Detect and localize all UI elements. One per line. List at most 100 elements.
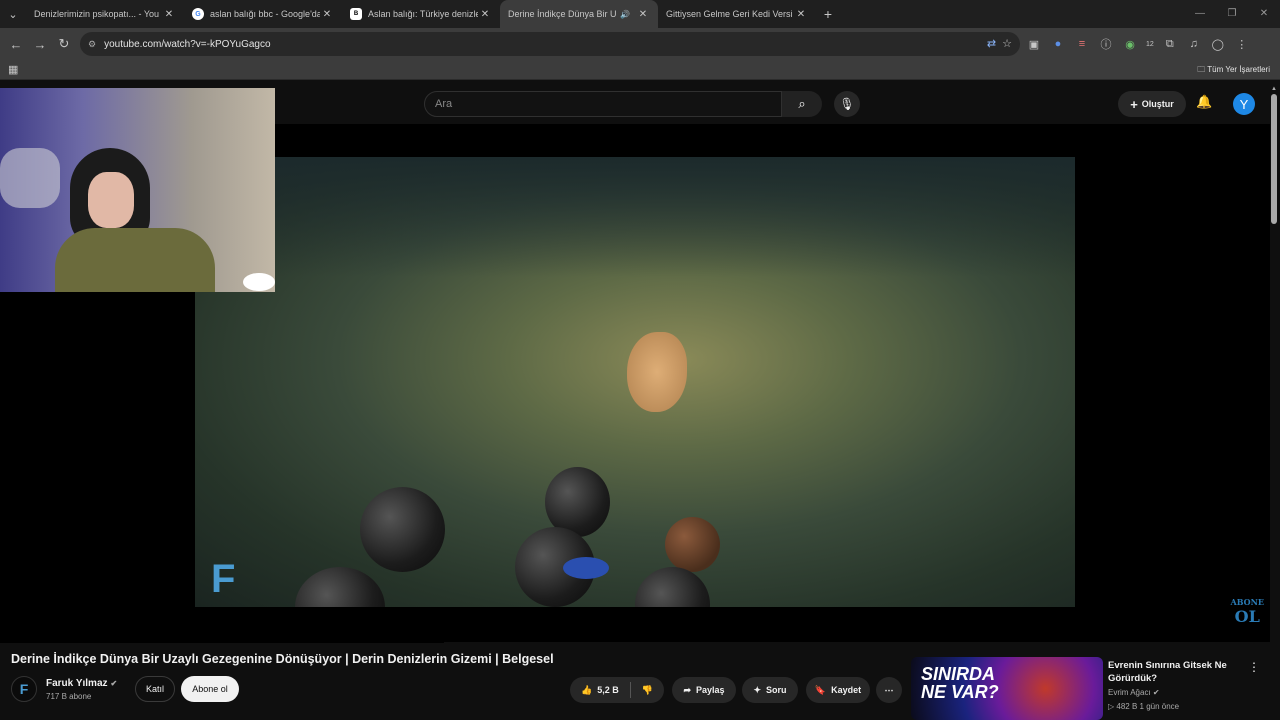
extension-blue-icon[interactable]: ● — [1050, 38, 1066, 50]
search-icon[interactable]: ⌕ — [782, 91, 822, 117]
create-button[interactable]: + Oluştur — [1118, 91, 1186, 117]
related-video-title[interactable]: Evrenin Sınırına Gitsek Ne Görürdük? — [1108, 659, 1238, 685]
thumbnail-text-line1: SINIRDA — [921, 664, 996, 684]
extension-stack-icon[interactable]: ≡ — [1074, 38, 1090, 50]
all-bookmarks-label: Tüm Yer İşaretleri — [1207, 65, 1270, 74]
browser-tab-5[interactable]: Gittiysen Gelme Geri Kedi Versi ✕ — [658, 0, 816, 92]
webcam-face — [88, 172, 134, 228]
tab-title: Denizlerimizin psikopatı... - You — [34, 9, 160, 19]
share-arrow-icon: ➦ — [683, 684, 691, 695]
close-window-icon[interactable]: ✕ — [1248, 0, 1280, 28]
reload-icon[interactable]: ↻ — [52, 36, 76, 52]
notifications-bell-icon[interactable]: 🔔 — [1196, 94, 1212, 110]
extension-icon[interactable]: ▣ — [1026, 38, 1042, 51]
omnibox-actions: ⇄ ☆ — [987, 37, 1012, 50]
browser-tab-4-active[interactable]: Derine İndikçe Dünya Bir U 🔊 ✕ — [500, 0, 658, 92]
tab-title: Derine İndikçe Dünya Bir U — [508, 9, 617, 19]
new-tab-plus-icon[interactable]: + — [816, 6, 840, 22]
speaker-icon[interactable]: 🔊 — [620, 10, 630, 19]
subscribe-button[interactable]: Abone ol — [181, 676, 239, 702]
dislike-thumb-icon[interactable]: 👎 — [642, 685, 653, 696]
create-label: Oluştur — [1141, 99, 1174, 109]
tab-title: Aslan balığı: Türkiye denizlerind — [368, 9, 478, 19]
restore-icon[interactable]: ❐ — [1216, 0, 1248, 28]
related-age: 1 gün önce — [1139, 702, 1180, 711]
media-control-icon[interactable]: ♫ — [1186, 38, 1202, 50]
plus-icon: + — [1130, 96, 1138, 112]
float-sphere — [635, 567, 710, 607]
back-arrow-icon[interactable]: ← — [4, 37, 28, 52]
account-avatar[interactable]: Y — [1233, 93, 1255, 115]
extension-badge: 12 — [1146, 40, 1154, 48]
bbc-favicon-icon: B — [350, 8, 362, 20]
related-video-thumbnail[interactable]: SINIRDA NE VAR? — [911, 657, 1103, 720]
webcam-overlay — [0, 88, 275, 292]
page-scrollbar[interactable] — [1271, 94, 1277, 224]
extensions-area: ▣ ● ≡ ⓘ ◉ 12 ⧉ ♫ ◯ ⋮ — [1026, 32, 1250, 56]
verified-check-icon: ✔ — [110, 679, 118, 688]
float-sphere — [665, 517, 720, 572]
url-text: youtube.com/watch?v=-kPOYuGagco — [104, 38, 271, 50]
forward-arrow-icon[interactable]: → — [28, 37, 52, 52]
window-controls: — ❐ ✕ — [1184, 0, 1280, 28]
browser-tab-2[interactable]: G aslan balığı bbc - Google'da Ar ✕ — [184, 0, 342, 28]
profile-icon[interactable]: ◯ — [1210, 38, 1226, 51]
all-bookmarks-link[interactable]: 🗀 Tüm Yer İşaretleri — [1197, 64, 1270, 78]
translate-icon[interactable]: ⇄ — [987, 37, 996, 50]
tab-search-chevron-icon[interactable]: ⌄ — [0, 1, 26, 27]
subscribe-watermark[interactable]: ABONE OL — [1231, 597, 1265, 626]
webcam-pillow — [0, 148, 60, 208]
close-tab-icon[interactable]: ✕ — [478, 9, 492, 20]
browser-menu-icon[interactable]: ⋮ — [1234, 38, 1250, 51]
related-channel-name[interactable]: Evrim Ağacı ✔ — [1108, 688, 1160, 697]
related-video-meta: ▷ 482 B 1 gün önce — [1108, 702, 1179, 711]
share-button[interactable]: ➦ Paylaş — [672, 677, 736, 703]
join-button[interactable]: Katıl — [135, 676, 175, 702]
close-tab-icon[interactable]: ✕ — [320, 9, 334, 20]
minimize-icon[interactable]: — — [1184, 0, 1216, 28]
extensions-puzzle-icon[interactable]: ⧉ — [1162, 38, 1178, 51]
tab-title: Gittiysen Gelme Geri Kedi Versi — [666, 9, 793, 19]
subscriber-count: 717 B abone — [46, 692, 92, 701]
more-actions-icon[interactable]: ⋯ — [876, 677, 902, 703]
bookmarks-bar: ▦ 🗀 Tüm Yer İşaretleri — [0, 60, 1280, 80]
browser-toolbar: ← → ↻ ⚙ youtube.com/watch?v=-kPOYuGagco … — [0, 28, 1280, 60]
youtube-page: Ara ⌕ 🎙 + Oluştur 🔔 Y ▲ F ABONE OL Derin… — [0, 80, 1280, 720]
ask-button[interactable]: ✦ Soru — [742, 677, 798, 703]
google-favicon-icon: G — [192, 8, 204, 20]
related-channel-label: Evrim Ağacı — [1108, 688, 1151, 697]
bookmark-star-icon[interactable]: ☆ — [1002, 37, 1012, 50]
microphone-icon[interactable]: 🎙 — [834, 91, 860, 117]
instrument-ring — [563, 557, 609, 579]
site-info-icon[interactable]: ⚙ — [88, 39, 96, 50]
video-frame[interactable]: F — [195, 157, 1075, 607]
sparkle-icon: ✦ — [753, 684, 762, 695]
close-tab-icon[interactable]: ✕ — [636, 9, 650, 20]
channel-name-link[interactable]: Faruk Yılmaz ✔ — [46, 678, 117, 689]
like-thumb-icon[interactable]: 👍 — [581, 685, 592, 696]
share-label: Paylaş — [696, 685, 725, 695]
scroll-up-icon[interactable]: ▲ — [1271, 86, 1277, 92]
watermark-line2: OL — [1234, 607, 1260, 626]
watermark-line1: ABONE — [1230, 597, 1265, 607]
apps-grid-icon[interactable]: ▦ — [8, 63, 18, 76]
ask-label: Soru — [766, 685, 787, 695]
address-bar[interactable]: ⚙ youtube.com/watch?v=-kPOYuGagco ⇄ ☆ — [80, 32, 1020, 56]
related-more-options-icon[interactable]: ⋮ — [1248, 660, 1260, 674]
extension-green-icon[interactable]: ◉ — [1122, 38, 1138, 51]
like-count[interactable]: 5,2 B — [597, 685, 619, 695]
webcam-white-object — [243, 273, 275, 291]
search-input[interactable]: Ara — [424, 91, 782, 117]
browser-tab-3[interactable]: B Aslan balığı: Türkiye denizlerind ✕ — [342, 0, 500, 28]
close-tab-icon[interactable]: ✕ — [162, 9, 176, 20]
video-progress-bar[interactable] — [0, 640, 444, 643]
save-button[interactable]: 🔖 Kaydet — [806, 677, 870, 703]
seafloor-creature — [627, 332, 687, 412]
close-tab-icon[interactable]: ✕ — [794, 9, 808, 20]
channel-avatar[interactable]: F — [11, 676, 37, 702]
webcam-body — [55, 228, 215, 292]
browser-tab-1[interactable]: Denizlerimizin psikopatı... - You ✕ — [26, 0, 184, 92]
extension-info-icon[interactable]: ⓘ — [1098, 36, 1114, 52]
float-sphere — [295, 567, 385, 607]
float-sphere — [360, 487, 445, 572]
